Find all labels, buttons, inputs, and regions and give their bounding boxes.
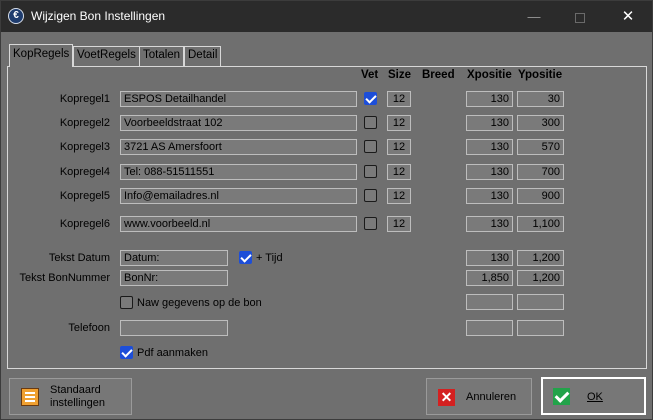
kopregel5-ypositie-field[interactable]: 900 [517, 188, 564, 204]
telefoon-xpositie-field[interactable] [466, 320, 513, 336]
telefoon-ypositie-field[interactable] [517, 320, 564, 336]
column-header-vet: Vet [361, 69, 379, 81]
column-header-size: Size [388, 69, 412, 81]
app-logo-icon: € [8, 8, 24, 24]
kopregel1-xpositie-field[interactable]: 130 [466, 91, 513, 107]
tab-voetregels[interactable]: VoetRegels [73, 46, 140, 66]
dialog-window: € Wijzigen Bon Instellingen — ✕ KopRegel… [0, 0, 653, 420]
kopregel6-ypositie-field[interactable]: 1,100 [517, 216, 564, 232]
kopregel3-size-field[interactable]: 12 [387, 139, 411, 155]
naw-gegevens-label: Naw gegevens op de bon [137, 297, 262, 309]
kopregel1-ypositie-field[interactable]: 30 [517, 91, 564, 107]
bonnummer-ypositie-field[interactable]: 1,200 [517, 270, 564, 286]
title-bar: € Wijzigen Bon Instellingen — ✕ [1, 1, 652, 32]
kopregel4-size-field[interactable]: 12 [387, 164, 411, 180]
tijd-checkbox[interactable] [239, 251, 252, 264]
kopregel3-label: Kopregel3 [59, 141, 110, 153]
telefoon-input[interactable] [120, 320, 228, 336]
kopregel2-label: Kopregel2 [59, 117, 110, 129]
naw-gegevens-checkbox[interactable] [120, 296, 133, 309]
tab-kopregels[interactable]: KopRegels [9, 44, 74, 67]
kopregel4-xpositie-field[interactable]: 130 [466, 164, 513, 180]
defaults-icon [21, 388, 39, 406]
kopregel5-xpositie-field[interactable]: 130 [466, 188, 513, 204]
bonnummer-xpositie-field[interactable]: 1,850 [466, 270, 513, 286]
kopregel6-input[interactable]: www.voorbeeld.nl [120, 216, 357, 232]
naw-xpositie-field[interactable] [466, 294, 513, 310]
kopregel2-ypositie-field[interactable]: 300 [517, 115, 564, 131]
kopregel2-size-field[interactable]: 12 [387, 115, 411, 131]
kopregel1-label: Kopregel1 [59, 93, 110, 105]
kopregel1-vet-checkbox[interactable] [364, 92, 377, 105]
close-button[interactable]: ✕ [605, 1, 651, 32]
tekst-bonnummer-input[interactable]: BonNr: [120, 270, 228, 286]
tekst-bonnummer-label: Tekst BonNummer [19, 272, 110, 284]
datum-xpositie-field[interactable]: 130 [466, 250, 513, 266]
kopregel5-input[interactable]: Info@emailadres.nl [120, 188, 357, 204]
tijd-label: + Tijd [256, 252, 283, 264]
ok-button[interactable]: OK [541, 377, 646, 415]
column-header-ypositie: Ypositie [518, 69, 563, 81]
column-header-xpositie: Xpositie [467, 69, 512, 81]
naw-ypositie-field[interactable] [517, 294, 564, 310]
kopregel4-ypositie-field[interactable]: 700 [517, 164, 564, 180]
kopregel3-input[interactable]: 3721 AS Amersfoort [120, 139, 357, 155]
kopregel1-input[interactable]: ESPOS Detailhandel [120, 91, 357, 107]
kopregel5-vet-checkbox[interactable] [364, 189, 377, 202]
kopregel2-xpositie-field[interactable]: 130 [466, 115, 513, 131]
kopregel2-input[interactable]: Voorbeeldstraat 102 [120, 115, 357, 131]
kopregel6-size-field[interactable]: 12 [387, 216, 411, 232]
tab-totalen[interactable]: Totalen [139, 46, 185, 66]
kopregel1-size-field[interactable]: 12 [387, 91, 411, 107]
annuleren-button[interactable]: ✕ Annuleren [426, 378, 532, 415]
pdf-aanmaken-checkbox[interactable] [120, 346, 133, 359]
pdf-aanmaken-label: Pdf aanmaken [137, 347, 208, 359]
checkmark-icon [553, 388, 570, 405]
telefoon-label: Telefoon [68, 322, 110, 334]
kopregel4-vet-checkbox[interactable] [364, 165, 377, 178]
kopregel6-label: Kopregel6 [59, 218, 110, 230]
tekst-datum-input[interactable]: Datum: [120, 250, 228, 266]
kopregel5-label: Kopregel5 [59, 190, 110, 202]
tab-detail[interactable]: Detail [184, 46, 222, 66]
kopregel3-ypositie-field[interactable]: 570 [517, 139, 564, 155]
column-header-breed: Breed [422, 69, 455, 81]
standaard-label-line1: Standaard [50, 384, 101, 396]
minimize-button[interactable]: — [511, 1, 557, 32]
annuleren-label: Annuleren [466, 391, 517, 403]
tekst-datum-label: Tekst Datum [48, 252, 110, 264]
kopregel4-label: Kopregel4 [59, 166, 110, 178]
maximize-button[interactable] [557, 1, 603, 32]
kopregel6-xpositie-field[interactable]: 130 [466, 216, 513, 232]
kopregel3-xpositie-field[interactable]: 130 [466, 139, 513, 155]
kopregel2-vet-checkbox[interactable] [364, 116, 377, 129]
cancel-icon: ✕ [438, 389, 455, 406]
standaard-label-line2: instellingen [50, 397, 106, 409]
window-title: Wijzigen Bon Instellingen [31, 9, 166, 23]
kopregel6-vet-checkbox[interactable] [364, 217, 377, 230]
ok-label: OK [587, 391, 603, 403]
maximize-icon [575, 12, 585, 23]
kopregel3-vet-checkbox[interactable] [364, 140, 377, 153]
datum-ypositie-field[interactable]: 1,200 [517, 250, 564, 266]
kopregel5-size-field[interactable]: 12 [387, 188, 411, 204]
kopregel4-input[interactable]: Tel: 088-51511551 [120, 164, 357, 180]
standaard-instellingen-button[interactable]: Standaard instellingen [9, 378, 132, 415]
